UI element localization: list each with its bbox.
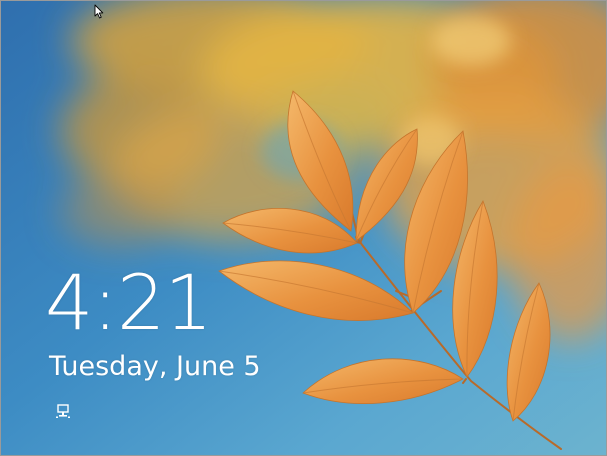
lock-screen-time: 4:21	[45, 258, 213, 347]
mouse-pointer-icon	[94, 4, 104, 19]
lock-screen[interactable]: 4:21 Tuesday, June 5	[0, 0, 607, 456]
lock-screen-date: Tuesday, June 5	[49, 351, 261, 382]
network-icon	[56, 404, 70, 418]
lock-screen-wallpaper	[1, 1, 606, 455]
